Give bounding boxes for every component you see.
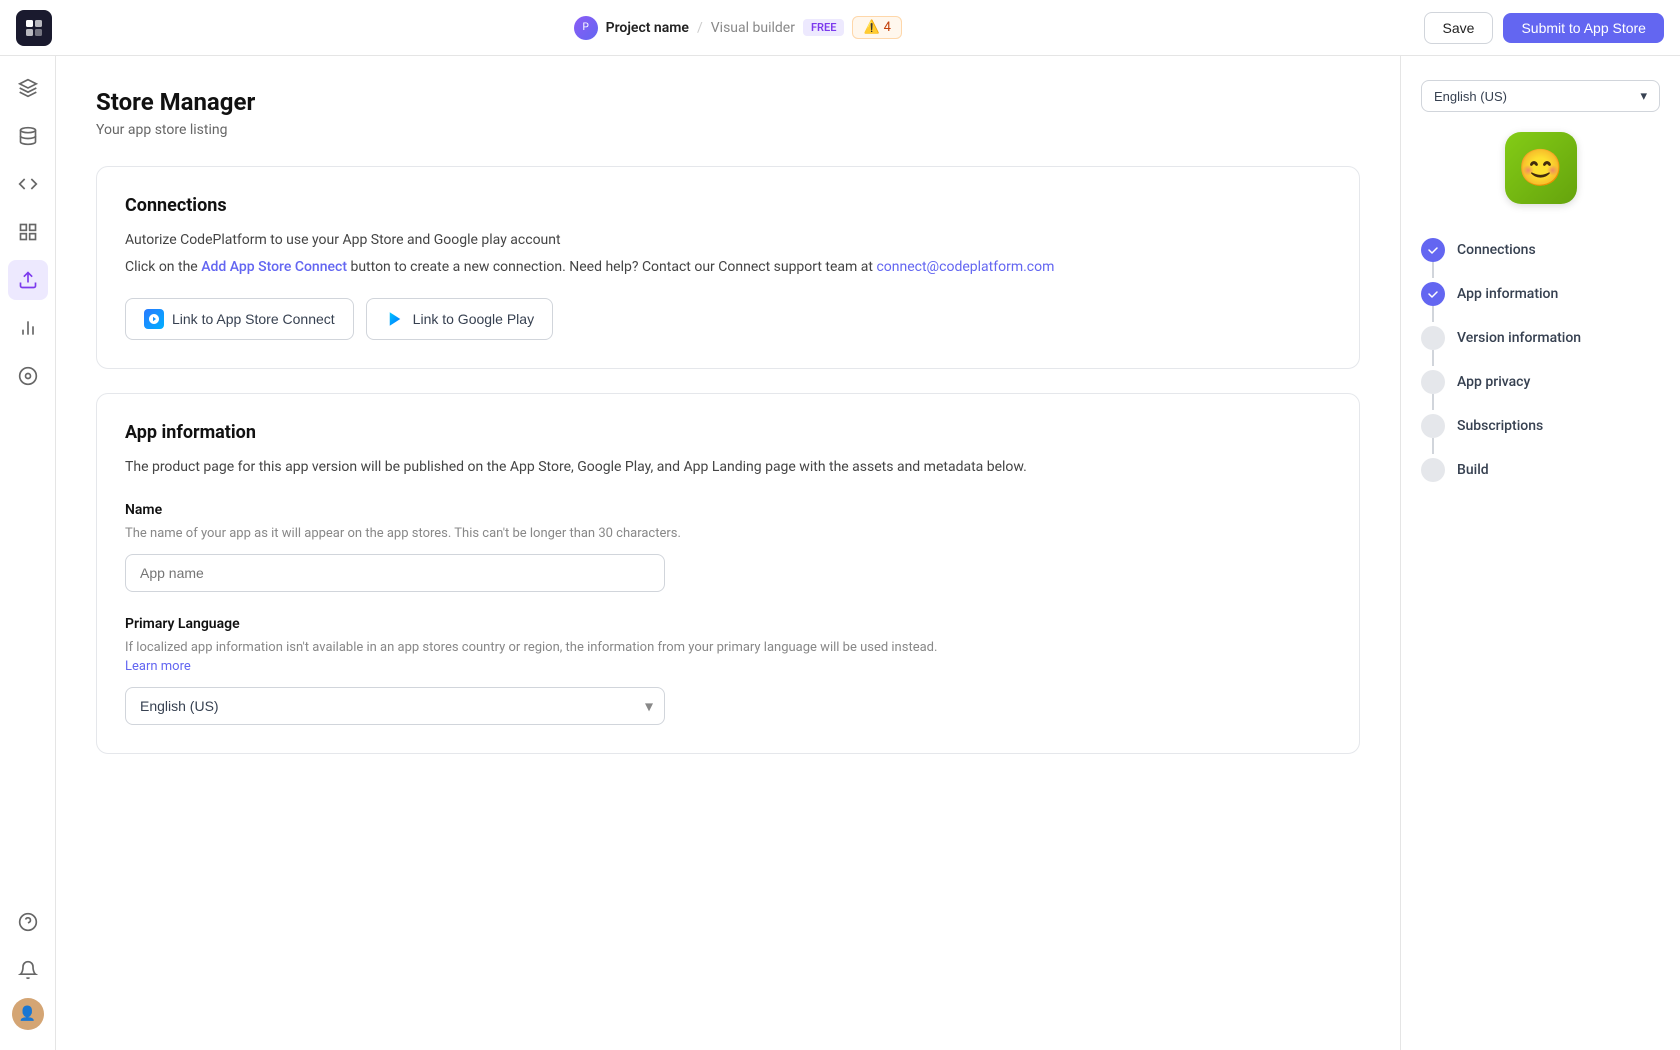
sidebar: 👤 bbox=[0, 56, 56, 1050]
connections-hint-highlight: Add App Store Connect bbox=[201, 259, 347, 275]
content-area: Store Manager Your app store listing Con… bbox=[56, 56, 1680, 1050]
topbar-center: P Project name / Visual builder FREE ⚠️ … bbox=[574, 16, 902, 40]
connections-description: Autorize CodePlatform to use your App St… bbox=[125, 230, 1331, 251]
connection-buttons: Link to App Store Connect bbox=[125, 298, 1331, 340]
appstore-icon bbox=[144, 309, 164, 329]
language-section: Primary Language If localized app inform… bbox=[125, 616, 1331, 725]
project-avatar: P bbox=[574, 16, 598, 40]
link-playstore-button[interactable]: Link to Google Play bbox=[366, 298, 553, 340]
language-select[interactable]: English (US) English (UK) French German … bbox=[125, 687, 665, 725]
connections-hint-suffix: button to create a new connection. Need … bbox=[350, 259, 876, 275]
sidebar-item-data[interactable] bbox=[8, 116, 48, 156]
sidebar-item-help[interactable] bbox=[8, 902, 48, 942]
connections-hint: Click on the Add App Store Connect butto… bbox=[125, 257, 1331, 278]
sidebar-bottom: 👤 bbox=[8, 902, 48, 1038]
sidebar-item-layers[interactable] bbox=[8, 68, 48, 108]
nav-step-label-version-information: Version information bbox=[1457, 330, 1581, 346]
nav-step-subscriptions[interactable]: Subscriptions bbox=[1421, 404, 1660, 448]
nav-steps: Connections App information Version info… bbox=[1421, 228, 1660, 492]
name-hint: The name of your app as it will appear o… bbox=[125, 524, 1331, 544]
page-title: Store Manager bbox=[96, 88, 1360, 116]
connections-hint-text: Click on the bbox=[125, 259, 201, 275]
save-button[interactable]: Save bbox=[1424, 12, 1494, 44]
language-dropdown-label: English (US) bbox=[1434, 89, 1507, 104]
language-learn-more-link[interactable]: Learn more bbox=[125, 659, 191, 674]
sidebar-item-publish[interactable] bbox=[8, 260, 48, 300]
main-panel: Store Manager Your app store listing Con… bbox=[56, 56, 1400, 1050]
language-select-wrapper: English (US) English (UK) French German … bbox=[125, 687, 665, 725]
nav-step-label-connections: Connections bbox=[1457, 242, 1536, 258]
main-layout: 👤 Store Manager Your app store listing C… bbox=[0, 56, 1680, 1050]
nav-step-build[interactable]: Build bbox=[1421, 448, 1660, 492]
warning-badge[interactable]: ⚠️ 4 bbox=[852, 16, 902, 39]
warning-count: 4 bbox=[884, 20, 891, 35]
app-info-description: The product page for this app version wi… bbox=[125, 457, 1331, 478]
chevron-down-icon: ▾ bbox=[1640, 88, 1647, 104]
nav-step-label-app-privacy: App privacy bbox=[1457, 374, 1530, 390]
step-circle-connections bbox=[1421, 238, 1445, 262]
link-appstore-button[interactable]: Link to App Store Connect bbox=[125, 298, 354, 340]
app-info-card: App information The product page for thi… bbox=[96, 393, 1360, 754]
name-section: Name The name of your app as it will app… bbox=[125, 502, 1331, 592]
playstore-icon bbox=[385, 309, 405, 329]
connections-card: Connections Autorize CodePlatform to use… bbox=[96, 166, 1360, 369]
app-name-input[interactable] bbox=[125, 554, 665, 592]
connections-email-link[interactable]: connect@codeplatform.com bbox=[876, 259, 1054, 275]
step-circle-app-privacy bbox=[1421, 370, 1445, 394]
sidebar-item-components[interactable] bbox=[8, 212, 48, 252]
connections-title: Connections bbox=[125, 195, 1331, 216]
step-circle-version-information bbox=[1421, 326, 1445, 350]
breadcrumb-separator: / bbox=[697, 20, 703, 36]
sidebar-item-bell[interactable] bbox=[8, 950, 48, 990]
app-info-title: App information bbox=[125, 422, 1331, 443]
topbar: P Project name / Visual builder FREE ⚠️ … bbox=[0, 0, 1680, 56]
user-avatar[interactable]: 👤 bbox=[12, 998, 44, 1030]
nav-step-version-information[interactable]: Version information bbox=[1421, 316, 1660, 360]
nav-step-label-subscriptions: Subscriptions bbox=[1457, 418, 1543, 434]
app-icon-preview: 😊 bbox=[1505, 132, 1577, 204]
right-panel: English (US) ▾ 😊 Connections bbox=[1400, 56, 1680, 1050]
submit-button[interactable]: Submit to App Store bbox=[1503, 13, 1664, 43]
nav-step-label-build: Build bbox=[1457, 462, 1489, 478]
sidebar-item-target[interactable] bbox=[8, 356, 48, 396]
step-circle-app-information bbox=[1421, 282, 1445, 306]
project-name[interactable]: Project name bbox=[606, 20, 689, 36]
view-name[interactable]: Visual builder bbox=[711, 20, 795, 36]
language-hint: If localized app information isn't avail… bbox=[125, 638, 1331, 677]
language-dropdown[interactable]: English (US) ▾ bbox=[1421, 80, 1660, 112]
page-subtitle: Your app store listing bbox=[96, 122, 1360, 138]
topbar-left bbox=[16, 10, 52, 46]
sidebar-item-code[interactable] bbox=[8, 164, 48, 204]
warning-icon: ⚠️ bbox=[863, 20, 879, 35]
topbar-right: Save Submit to App Store bbox=[1424, 12, 1664, 44]
free-badge: FREE bbox=[803, 19, 844, 36]
name-label: Name bbox=[125, 502, 1331, 518]
step-circle-build bbox=[1421, 458, 1445, 482]
link-playstore-label: Link to Google Play bbox=[413, 311, 534, 327]
app-icon-emoji: 😊 bbox=[1518, 147, 1563, 189]
step-circle-subscriptions bbox=[1421, 414, 1445, 438]
language-label: Primary Language bbox=[125, 616, 1331, 632]
app-logo bbox=[16, 10, 52, 46]
nav-step-app-information[interactable]: App information bbox=[1421, 272, 1660, 316]
nav-step-label-app-information: App information bbox=[1457, 286, 1558, 302]
nav-step-connections[interactable]: Connections bbox=[1421, 228, 1660, 272]
nav-step-app-privacy[interactable]: App privacy bbox=[1421, 360, 1660, 404]
language-hint-text: If localized app information isn't avail… bbox=[125, 640, 937, 655]
sidebar-item-analytics[interactable] bbox=[8, 308, 48, 348]
link-appstore-label: Link to App Store Connect bbox=[172, 311, 335, 327]
